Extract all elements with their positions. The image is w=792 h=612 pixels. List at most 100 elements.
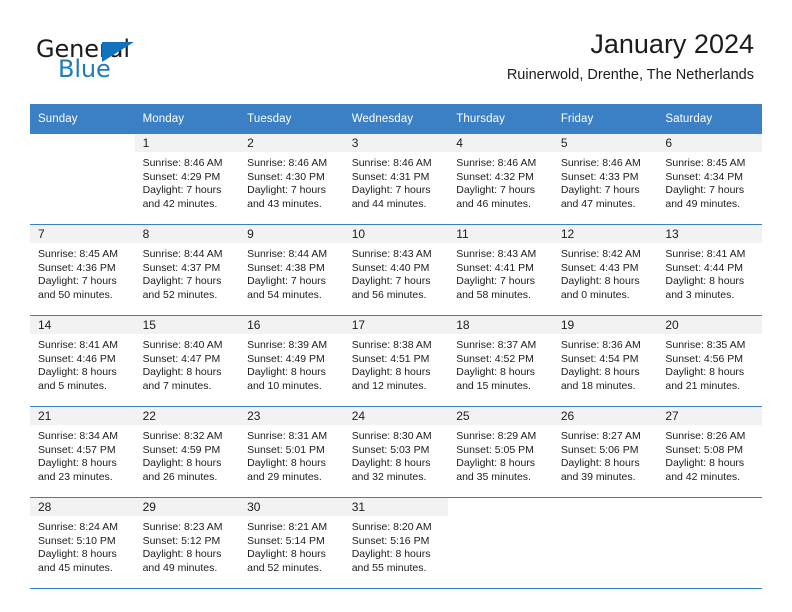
day-details: Sunrise: 8:35 AM Sunset: 4:56 PM Daylight:… — [657, 334, 762, 393]
day-number: 11 — [448, 225, 553, 243]
calendar-week-row: 7 Sunrise: 8:45 AM Sunset: 4:36 PM Daylight… — [30, 224, 762, 316]
daylight-duration-line2: and 42 minutes. — [665, 470, 741, 483]
daylight-duration-line2: and 47 minutes. — [560, 197, 636, 210]
calendar-day-cell[interactable]: 29 Sunrise: 8:23 AM Sunset: 5:12 PM Dayligh… — [134, 497, 240, 589]
day-number: 21 — [30, 407, 135, 425]
daylight-duration-line2: and 50 minutes. — [38, 288, 113, 301]
calendar-day-cell[interactable]: 18 Sunrise: 8:37 AM Sunset: 4:52 PM Dayligh… — [448, 315, 553, 407]
daylight-duration-line1: Daylight: 7 hours — [456, 275, 536, 288]
calendar-day-cell[interactable]: 22 Sunrise: 8:32 AM Sunset: 4:59 PM Dayligh… — [134, 406, 240, 498]
daylight-duration-line2: and 49 minutes. — [142, 561, 218, 574]
sunrise-time: Sunrise: 8:41 AM — [38, 339, 118, 351]
sunrise-time: Sunrise: 8:26 AM — [665, 430, 746, 442]
daylight-duration-line1: Daylight: 8 hours — [560, 366, 640, 379]
day-details: Sunrise: 8:40 AM Sunset: 4:47 PM Daylight:… — [135, 334, 240, 393]
calendar-day-cell[interactable]: 24 Sunrise: 8:30 AM Sunset: 5:03 PM Dayligh… — [343, 406, 449, 498]
sunset-time: Sunset: 4:34 PM — [665, 170, 744, 183]
daylight-duration-line1: Daylight: 8 hours — [351, 366, 431, 379]
day-details: Sunrise: 8:27 AM Sunset: 5:06 PM Daylight:… — [553, 425, 658, 484]
calendar-day-cell[interactable]: 21 Sunrise: 8:34 AM Sunset: 4:57 PM Dayligh… — [30, 406, 135, 498]
calendar-day-cell[interactable]: 30 Sunrise: 8:21 AM Sunset: 5:14 PM Dayligh… — [239, 497, 344, 589]
day-number: 22 — [134, 407, 240, 425]
weekday-header-monday: Monday — [134, 104, 240, 134]
calendar-day-cell[interactable]: 14 Sunrise: 8:41 AM Sunset: 4:46 PM Dayligh… — [30, 315, 135, 407]
daylight-duration-line2: and 54 minutes. — [247, 288, 322, 301]
daylight-duration-line1: Daylight: 7 hours — [247, 275, 326, 288]
calendar-day-cell[interactable]: 28 Sunrise: 8:24 AM Sunset: 5:10 PM Dayligh… — [30, 497, 135, 589]
sunrise-time: Sunrise: 8:43 AM — [351, 248, 432, 260]
sunset-time: Sunset: 5:10 PM — [38, 534, 116, 547]
daylight-duration-line2: and 32 minutes. — [351, 470, 427, 483]
calendar-week-row: 21 Sunrise: 8:34 AM Sunset: 4:57 PM Dayligh… — [30, 406, 762, 498]
calendar-day-cell[interactable]: 31 Sunrise: 8:20 AM Sunset: 5:16 PM Dayligh… — [343, 497, 449, 589]
calendar-day-cell[interactable]: 6 Sunrise: 8:45 AM Sunset: 4:34 PM Daylight… — [657, 134, 762, 225]
day-details: Sunrise: 8:46 AM Sunset: 4:29 PM Daylight:… — [135, 152, 240, 211]
day-details: Sunrise: 8:46 AM Sunset: 4:33 PM Daylight:… — [553, 152, 658, 211]
calendar-day-cell[interactable]: 26 Sunrise: 8:27 AM Sunset: 5:06 PM Dayligh… — [552, 406, 658, 498]
sunrise-time: Sunrise: 8:31 AM — [247, 430, 328, 442]
calendar-day-cell[interactable]: 17 Sunrise: 8:38 AM Sunset: 4:51 PM Dayligh… — [343, 315, 449, 407]
sunrise-time: Sunrise: 8:34 AM — [38, 430, 118, 442]
calendar-day-cell[interactable]: 8 Sunrise: 8:44 AM Sunset: 4:37 PM Daylight… — [134, 224, 240, 316]
day-details: Sunrise: 8:31 AM Sunset: 5:01 PM Daylight:… — [239, 425, 344, 484]
daylight-duration-line1: Daylight: 8 hours — [665, 275, 745, 288]
calendar-day-cell[interactable]: 16 Sunrise: 8:39 AM Sunset: 4:49 PM Dayligh… — [239, 315, 344, 407]
calendar-day-cell[interactable]: 2 Sunrise: 8:46 AM Sunset: 4:30 PM Daylight… — [239, 134, 344, 225]
calendar-day-cell[interactable]: 13 Sunrise: 8:41 AM Sunset: 4:44 PM Dayligh… — [657, 224, 762, 316]
calendar-empty-cell — [552, 497, 658, 589]
weekday-header-friday: Friday — [552, 104, 658, 134]
calendar-day-cell[interactable]: 23 Sunrise: 8:31 AM Sunset: 5:01 PM Dayligh… — [239, 406, 344, 498]
calendar-day-cell[interactable]: 15 Sunrise: 8:40 AM Sunset: 4:47 PM Dayligh… — [134, 315, 240, 407]
calendar-day-cell[interactable]: 12 Sunrise: 8:42 AM Sunset: 4:43 PM Dayligh… — [552, 224, 658, 316]
title-block: January 2024 Ruinerwold, Drenthe, The Ne… — [507, 28, 754, 84]
calendar-day-cell[interactable]: 10 Sunrise: 8:43 AM Sunset: 4:40 PM Dayligh… — [343, 224, 449, 316]
sunset-time: Sunset: 4:40 PM — [351, 261, 430, 274]
sunrise-time: Sunrise: 8:23 AM — [142, 521, 223, 533]
day-number: 3 — [343, 134, 449, 152]
day-number — [657, 498, 762, 516]
calendar-day-cell[interactable]: 1 Sunrise: 8:46 AM Sunset: 4:29 PM Daylight… — [134, 134, 240, 225]
daylight-duration-line1: Daylight: 8 hours — [351, 457, 431, 470]
daylight-duration-line2: and 55 minutes. — [351, 561, 427, 574]
sunrise-time: Sunrise: 8:27 AM — [560, 430, 641, 442]
day-details: Sunrise: 8:42 AM Sunset: 4:43 PM Daylight:… — [553, 243, 658, 302]
day-details: Sunrise: 8:43 AM Sunset: 4:40 PM Daylight:… — [344, 243, 449, 302]
sunrise-time: Sunrise: 8:20 AM — [351, 521, 432, 533]
sunset-time: Sunset: 4:56 PM — [665, 352, 744, 365]
weekday-header-thursday: Thursday — [448, 104, 553, 134]
calendar-day-cell[interactable]: 25 Sunrise: 8:29 AM Sunset: 5:05 PM Dayligh… — [448, 406, 553, 498]
daylight-duration-line2: and 35 minutes. — [456, 470, 531, 483]
daylight-duration-line1: Daylight: 8 hours — [560, 457, 640, 470]
calendar-day-cell[interactable]: 3 Sunrise: 8:46 AM Sunset: 4:31 PM Daylight… — [343, 134, 449, 225]
daylight-duration-line1: Daylight: 7 hours — [560, 184, 640, 197]
sunrise-time: Sunrise: 8:32 AM — [142, 430, 223, 442]
sunset-time: Sunset: 4:31 PM — [351, 170, 430, 183]
day-number: 12 — [552, 225, 658, 243]
calendar-day-cell[interactable]: 19 Sunrise: 8:36 AM Sunset: 4:54 PM Dayligh… — [552, 315, 658, 407]
day-details: Sunrise: 8:39 AM Sunset: 4:49 PM Daylight:… — [239, 334, 344, 393]
daylight-duration-line1: Daylight: 7 hours — [456, 184, 536, 197]
calendar-day-cell[interactable]: 20 Sunrise: 8:35 AM Sunset: 4:56 PM Dayligh… — [657, 315, 762, 407]
calendar-day-cell[interactable]: 7 Sunrise: 8:45 AM Sunset: 4:36 PM Daylight… — [30, 224, 135, 316]
brand-logo[interactable]: General Blue — [36, 36, 266, 82]
day-number: 13 — [657, 225, 762, 243]
daylight-duration-line2: and 29 minutes. — [247, 470, 322, 483]
day-number: 30 — [239, 498, 344, 516]
calendar-day-cell[interactable]: 9 Sunrise: 8:44 AM Sunset: 4:38 PM Daylight… — [239, 224, 344, 316]
daylight-duration-line1: Daylight: 8 hours — [247, 457, 326, 470]
day-number: 17 — [343, 316, 449, 334]
calendar-day-cell[interactable]: 4 Sunrise: 8:46 AM Sunset: 4:32 PM Daylight… — [448, 134, 553, 225]
calendar-header-row-group: Sunday Monday Tuesday Wednesday Thursday… — [30, 104, 762, 134]
sunrise-time: Sunrise: 8:29 AM — [456, 430, 537, 442]
sunset-time: Sunset: 4:29 PM — [142, 170, 221, 183]
calendar-day-cell[interactable]: 5 Sunrise: 8:46 AM Sunset: 4:33 PM Daylight… — [552, 134, 658, 225]
day-details: Sunrise: 8:20 AM Sunset: 5:16 PM Daylight:… — [344, 516, 449, 575]
daylight-duration-line2: and 49 minutes. — [665, 197, 741, 210]
sunset-time: Sunset: 4:44 PM — [665, 261, 744, 274]
sunset-time: Sunset: 4:43 PM — [560, 261, 639, 274]
sunrise-time: Sunrise: 8:43 AM — [456, 248, 537, 260]
calendar-day-cell[interactable]: 11 Sunrise: 8:43 AM Sunset: 4:41 PM Dayligh… — [448, 224, 553, 316]
daylight-duration-line2: and 56 minutes. — [351, 288, 427, 301]
calendar-day-cell[interactable]: 27 Sunrise: 8:26 AM Sunset: 5:08 PM Dayligh… — [657, 406, 762, 498]
daylight-duration-line2: and 15 minutes. — [456, 379, 531, 392]
